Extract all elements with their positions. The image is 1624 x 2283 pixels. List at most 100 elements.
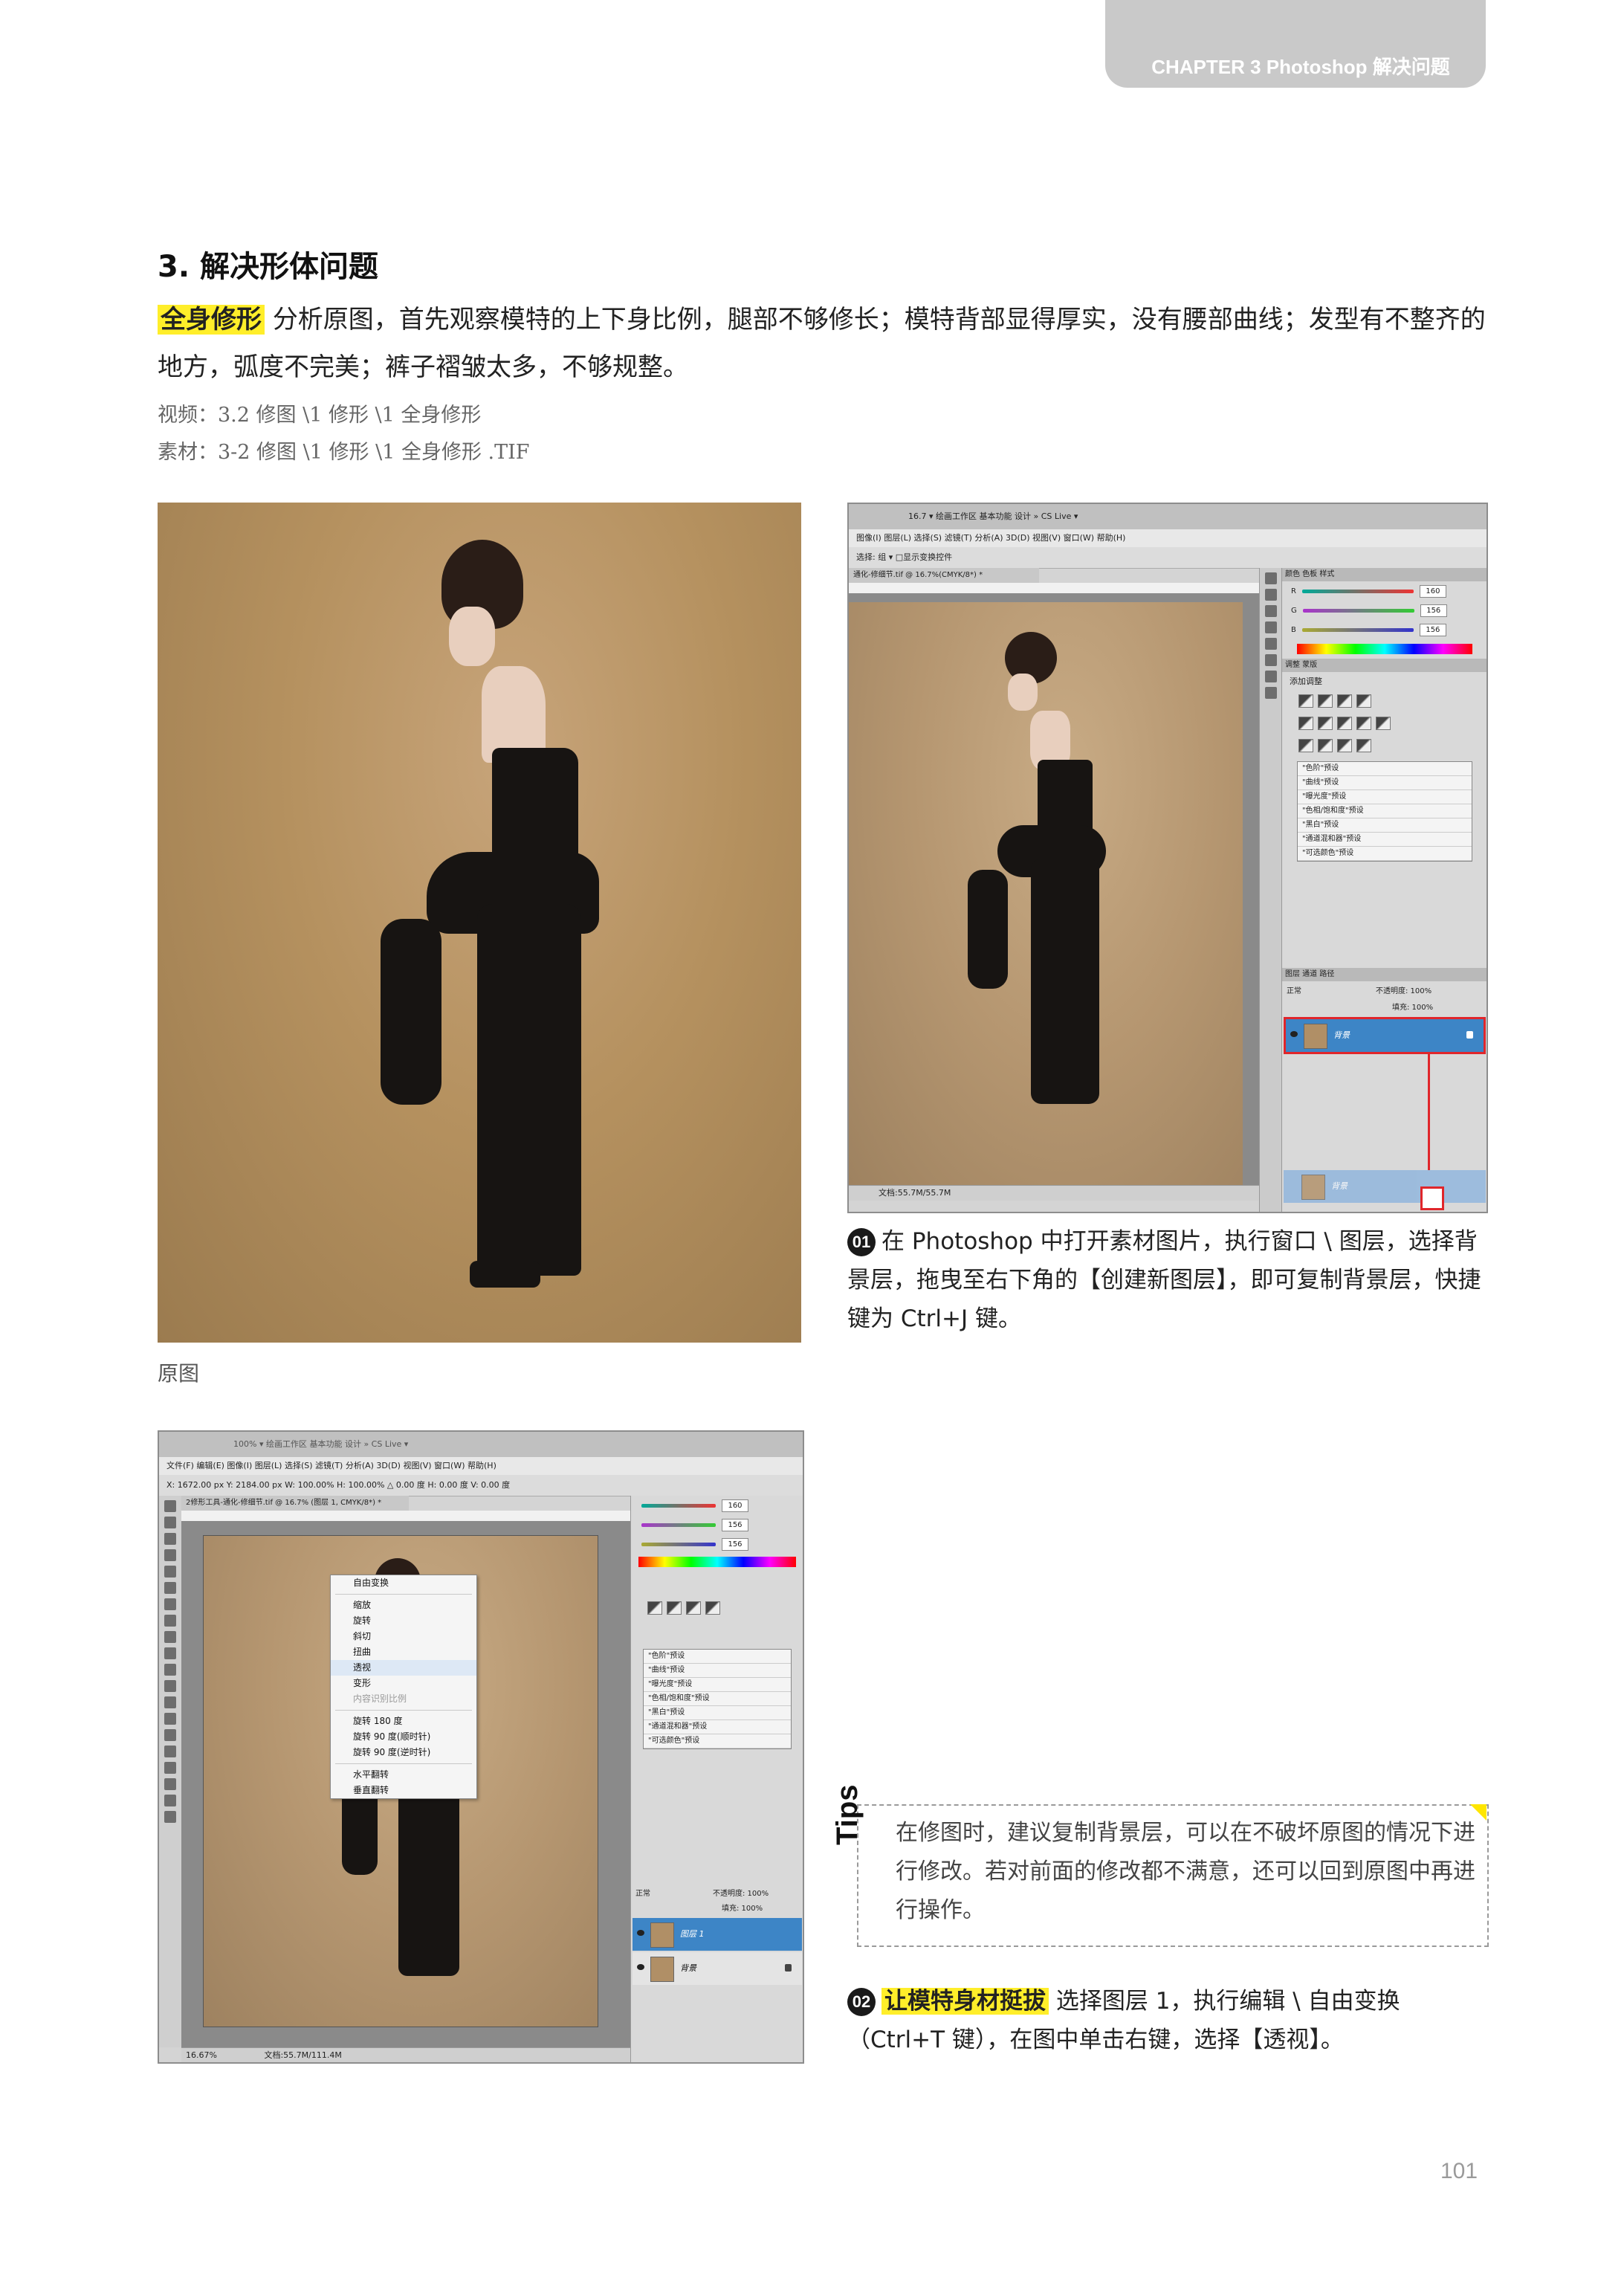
gradient-tool-icon[interactable] (164, 1680, 176, 1692)
ps1-doc-tab[interactable]: 通化-修细节.tif @ 16.7%(CMYK/8*) * (849, 568, 1039, 583)
ps1-icon-dock[interactable] (1259, 568, 1283, 1212)
ps2-canvas[interactable]: 自由变换 缩放 旋转 斜切 扭曲 透视 变形 内容识别比例 旋转 180 度 旋… (181, 1521, 630, 2047)
crop-tool-icon[interactable] (164, 1566, 176, 1578)
dock-icon[interactable] (1265, 572, 1277, 584)
ps1-color-g[interactable]: 156 (1420, 604, 1447, 617)
bw-icon[interactable] (1356, 717, 1371, 730)
preset-item[interactable]: "曝光度"预设 (1298, 790, 1472, 804)
ps2-options-bar[interactable]: X: 1672.00 px Y: 2184.00 px W: 100.00% H… (159, 1475, 803, 1496)
ps2-blend-mode[interactable]: 正常 (635, 1887, 650, 1898)
ps2-color-g[interactable]: 156 (722, 1518, 748, 1531)
exposure-icon[interactable] (1356, 694, 1371, 708)
lasso-tool-icon[interactable] (164, 1533, 176, 1545)
eyedropper-tool-icon[interactable] (164, 1582, 176, 1594)
pen-tool-icon[interactable] (164, 1729, 176, 1741)
brightness-icon[interactable] (647, 1601, 662, 1615)
eye-icon[interactable] (637, 1930, 644, 1936)
photo-filter-icon[interactable] (1376, 717, 1391, 730)
ps1-blend-mode[interactable]: 正常 (1287, 984, 1301, 995)
type-tool-icon[interactable] (164, 1746, 176, 1757)
dock-icon[interactable] (1265, 687, 1277, 699)
ps2-zoom[interactable]: 16.67% (186, 2050, 217, 2060)
invert-icon[interactable] (1298, 739, 1313, 752)
ps2-color-b[interactable]: 156 (722, 1537, 748, 1551)
preset-item[interactable]: "色阶"预设 (1298, 762, 1472, 776)
preset-item[interactable]: "通道混和器"预设 (644, 1720, 791, 1734)
preset-item[interactable]: "可选颜色"预设 (1298, 847, 1472, 861)
history-brush-icon[interactable] (164, 1647, 176, 1659)
preset-item[interactable]: "黑白"预设 (1298, 818, 1472, 833)
ps1-color-r[interactable]: 160 (1419, 584, 1446, 598)
levels-icon[interactable] (1318, 694, 1333, 708)
preset-item[interactable]: "色相/饱和度"预设 (644, 1692, 791, 1706)
dock-icon[interactable] (1265, 605, 1277, 617)
ps2-opacity[interactable]: 不透明度: 100% (713, 1887, 769, 1898)
levels-icon[interactable] (667, 1601, 682, 1615)
menu-item[interactable]: 斜切 (331, 1629, 476, 1644)
dock-icon[interactable] (1265, 621, 1277, 633)
new-layer-button[interactable] (1420, 1186, 1444, 1210)
dock-icon[interactable] (1265, 671, 1277, 682)
eye-icon[interactable] (637, 1964, 644, 1970)
dock-icon[interactable] (1265, 589, 1277, 601)
ps1-adjust-icons-3[interactable] (1282, 734, 1486, 757)
move-tool-icon[interactable] (164, 1500, 176, 1512)
ps2-doc-tab[interactable]: 2修形工具-通化-修细节.tif @ 16.7% (图层 1, CMYK/8*)… (181, 1496, 409, 1511)
blur-tool-icon[interactable] (164, 1696, 176, 1708)
preset-item[interactable]: "曲线"预设 (644, 1664, 791, 1678)
ps1-color-spectrum[interactable] (1297, 644, 1472, 654)
vibrance-icon[interactable] (1298, 717, 1313, 730)
ps1-menubar[interactable]: 图像(I) 图层(L) 选择(S) 滤镜(T) 分析(A) 3D(D) 视图(V… (849, 529, 1486, 547)
dock-icon[interactable] (1265, 654, 1277, 666)
balance-icon[interactable] (1337, 717, 1352, 730)
ps2-color-r[interactable]: 160 (722, 1499, 748, 1512)
ps1-adjust-icons-2[interactable] (1282, 712, 1486, 734)
menu-item[interactable]: 垂直翻转 (331, 1783, 476, 1798)
curves-icon[interactable] (1337, 694, 1352, 708)
brush-tool-icon[interactable] (164, 1615, 176, 1627)
ps1-opacity[interactable]: 不透明度: 100% (1376, 984, 1431, 995)
dock-icon[interactable] (1265, 638, 1277, 650)
eraser-tool-icon[interactable] (164, 1664, 176, 1676)
preset-item[interactable]: "可选颜色"预设 (644, 1734, 791, 1748)
eye-icon[interactable] (1290, 1031, 1298, 1037)
brightness-icon[interactable] (1298, 694, 1313, 708)
menu-item[interactable]: 旋转 90 度(顺时针) (331, 1729, 476, 1745)
ps2-menubar[interactable]: 文件(F) 编辑(E) 图像(I) 图层(L) 选择(S) 滤镜(T) 分析(A… (159, 1457, 803, 1475)
ps1-preset-list[interactable]: "色阶"预设 "曲线"预设 "曝光度"预设 "色相/饱和度"预设 "黑白"预设 … (1297, 761, 1472, 862)
healing-tool-icon[interactable] (164, 1598, 176, 1610)
ps1-canvas[interactable] (849, 593, 1259, 1185)
ps1-adjust-icons[interactable] (1282, 690, 1486, 712)
menu-item[interactable]: 旋转 (331, 1613, 476, 1629)
dodge-tool-icon[interactable] (164, 1713, 176, 1725)
hand-tool-icon[interactable] (164, 1795, 176, 1806)
curves-icon[interactable] (686, 1601, 701, 1615)
ps1-options-bar[interactable]: 选择: 组 ▾ □显示变换控件 (849, 547, 1486, 569)
path-select-icon[interactable] (164, 1762, 176, 1774)
threshold-icon[interactable] (1337, 739, 1352, 752)
menu-item[interactable]: 缩放 (331, 1598, 476, 1613)
exposure-icon[interactable] (705, 1601, 720, 1615)
hue-icon[interactable] (1318, 717, 1333, 730)
preset-item[interactable]: "色阶"预设 (644, 1650, 791, 1664)
ps1-layers-tabs[interactable]: 图层 通道 路径 (1282, 968, 1486, 981)
menu-item[interactable]: 旋转 90 度(逆时针) (331, 1745, 476, 1760)
ps2-fill[interactable]: 填充: 100% (722, 1902, 763, 1913)
ps2-layer-1[interactable]: 图层 1 (633, 1918, 802, 1951)
posterize-icon[interactable] (1318, 739, 1333, 752)
marquee-tool-icon[interactable] (164, 1517, 176, 1528)
ps1-color-tabs[interactable]: 颜色 色板 样式 (1282, 568, 1486, 581)
menu-item[interactable]: 变形 (331, 1676, 476, 1691)
menu-item[interactable]: 水平翻转 (331, 1767, 476, 1783)
ps1-fill[interactable]: 填充: 100% (1392, 1001, 1433, 1012)
ps2-context-menu[interactable]: 自由变换 缩放 旋转 斜切 扭曲 透视 变形 内容识别比例 旋转 180 度 旋… (330, 1575, 477, 1799)
ps2-layer-background[interactable]: 背景 (633, 1952, 802, 1985)
ps2-color-spectrum[interactable] (638, 1557, 796, 1567)
ps2-toolbox[interactable] (159, 1496, 182, 2047)
menu-item[interactable]: 扭曲 (331, 1644, 476, 1660)
gradient-map-icon[interactable] (1356, 739, 1371, 752)
menu-item[interactable]: 旋转 180 度 (331, 1714, 476, 1729)
preset-item[interactable]: "曲线"预设 (1298, 776, 1472, 790)
stamp-tool-icon[interactable] (164, 1631, 176, 1643)
preset-item[interactable]: "黑白"预设 (644, 1706, 791, 1720)
